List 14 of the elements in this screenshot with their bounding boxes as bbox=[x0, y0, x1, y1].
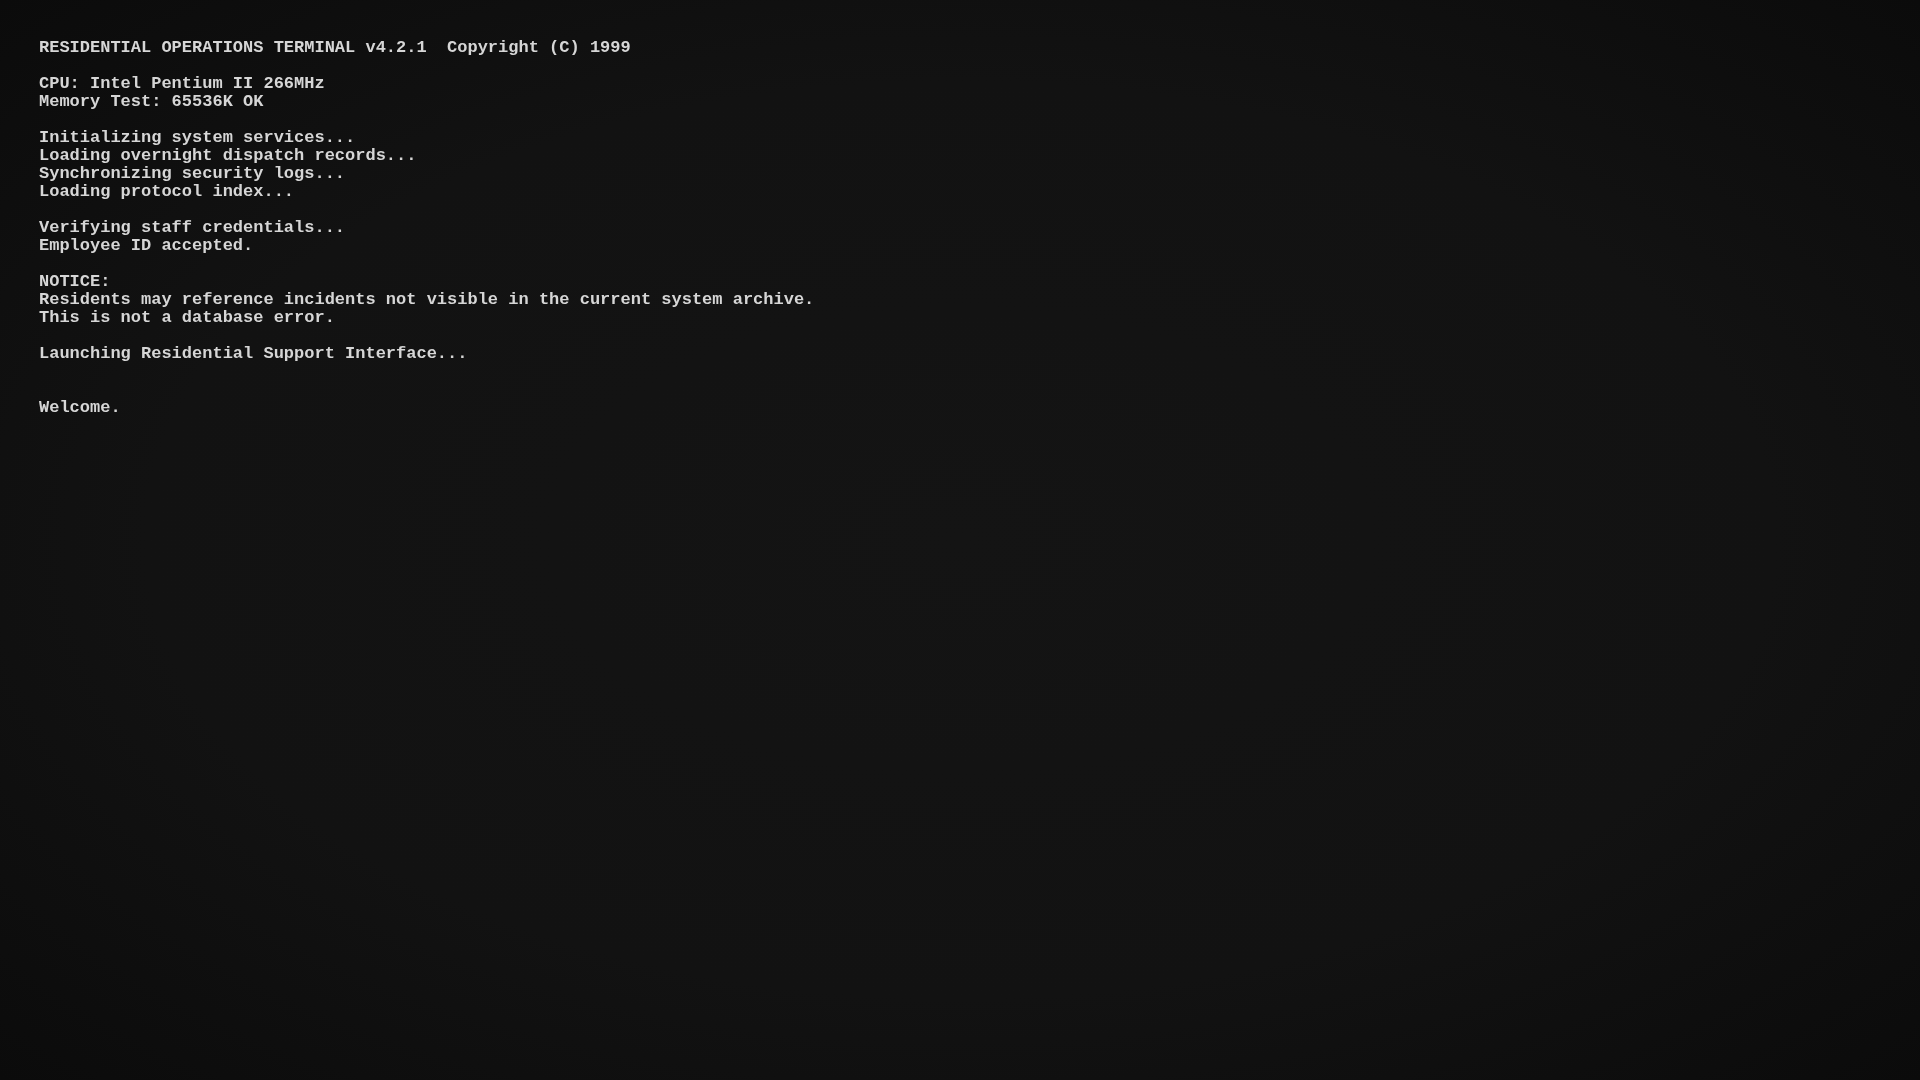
terminal-line: Employee ID accepted. bbox=[39, 237, 254, 255]
terminal-line: Memory Test: 65536K OK bbox=[39, 93, 264, 111]
welcome-message: Welcome. bbox=[39, 399, 121, 417]
terminal-line: Verifying staff credentials... bbox=[39, 219, 346, 237]
terminal-line: RESIDENTIAL OPERATIONS TERMINAL v4.2.1 Copyright (C) 1999 bbox=[39, 39, 631, 57]
terminal-line: Launching Residential Support Interface... bbox=[39, 345, 468, 363]
terminal-line: Residents may reference incidents not visible in the current system archive. bbox=[39, 291, 815, 309]
terminal-line: Initializing system services... bbox=[39, 129, 356, 147]
terminal-line: Loading protocol index... bbox=[39, 183, 295, 201]
terminal-line: NOTICE: bbox=[39, 273, 111, 291]
terminal-line: Synchronizing security logs... bbox=[39, 165, 346, 183]
terminal-line: Loading overnight dispatch records... bbox=[39, 147, 417, 165]
terminal-line: CPU: Intel Pentium II 266MHz bbox=[39, 75, 325, 93]
terminal-line: This is not a database error. bbox=[39, 309, 335, 327]
